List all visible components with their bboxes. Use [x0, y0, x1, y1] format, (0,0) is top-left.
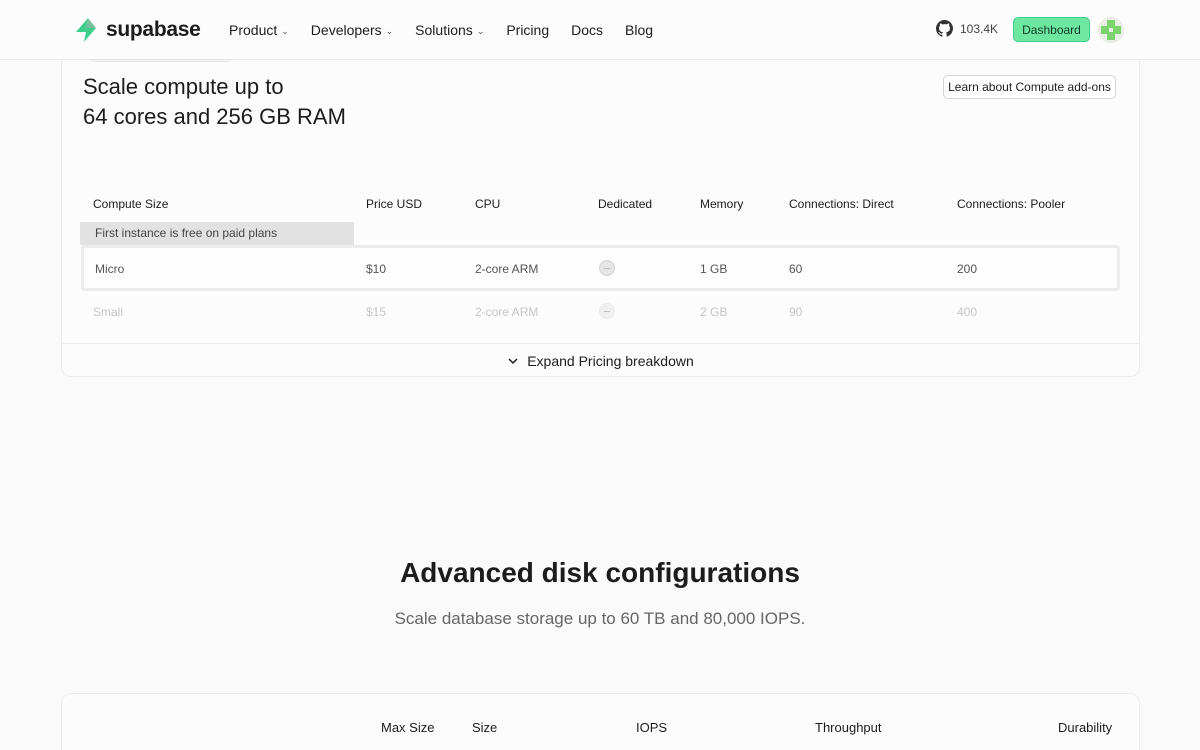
cell-size: Small — [93, 305, 124, 319]
learn-compute-addons-button[interactable]: Learn about Compute add-ons — [943, 75, 1116, 99]
chevron-down-icon: ⌄ — [281, 25, 289, 36]
nav-solutions-label: Solutions — [415, 22, 473, 38]
cell-cpu: 2-core ARM — [475, 262, 539, 276]
nav-solutions[interactable]: Solutions ⌄ — [415, 22, 484, 38]
cell-connections-pooler: 200 — [957, 262, 978, 276]
cell-price: $10 — [366, 262, 387, 276]
disk-header-size: Size — [472, 720, 498, 735]
nav-blog[interactable]: Blog — [625, 22, 653, 38]
free-instance-note: First instance is free on paid plans — [80, 222, 354, 245]
nav-pricing[interactable]: Pricing — [506, 22, 549, 38]
dedicated-no-icon — [599, 303, 615, 319]
expand-pricing-label: Expand Pricing breakdown — [527, 352, 694, 369]
chevron-down-icon: ⌄ — [476, 25, 485, 36]
cell-cpu: 2-core ARM — [475, 305, 539, 319]
nav-product[interactable]: Product ⌄ — [229, 22, 289, 38]
header-memory: Memory — [700, 197, 744, 211]
compute-heading-line2: 64 cores and 256 GB RAM — [83, 104, 346, 129]
header-connections-direct: Connections: Direct — [789, 197, 894, 211]
chevron-down-icon — [508, 357, 518, 364]
github-stars-link[interactable]: 103.4K — [936, 20, 998, 37]
avatar-pattern-icon — [1098, 17, 1124, 43]
header-cpu: CPU — [475, 197, 501, 211]
header-price: Price USD — [366, 197, 423, 211]
disk-heading: Advanced disk configurations — [400, 557, 800, 588]
header-compute-size: Compute Size — [93, 197, 169, 211]
disk-header-durability: Durability — [1058, 720, 1113, 735]
nav-docs[interactable]: Docs — [571, 22, 603, 38]
cell-size: Micro — [95, 262, 125, 276]
disk-header-iops: IOPS — [636, 720, 668, 735]
cell-connections-pooler: 400 — [957, 305, 978, 319]
nav-docs-label: Docs — [571, 22, 604, 38]
expand-pricing-button[interactable]: Expand Pricing breakdown — [61, 343, 1140, 377]
cell-memory: 1 GB — [700, 262, 728, 276]
github-star-count: 103.4K — [960, 21, 999, 36]
disk-header-max-size: Max Size — [381, 720, 435, 735]
nav-links: Product ⌄ Developers ⌄ Solutions ⌄ Prici… — [229, 0, 675, 60]
disk-subheading: Scale database storage up to 60 TB and 8… — [394, 609, 806, 628]
disk-config-card — [61, 693, 1140, 750]
compute-heading: Scale compute up to 64 cores and 256 GB … — [83, 72, 346, 132]
header-connections-pooler: Connections: Pooler — [957, 197, 1066, 211]
nav-blog-label: Blog — [625, 22, 654, 38]
nav-developers[interactable]: Developers ⌄ — [311, 22, 393, 38]
nav-pricing-label: Pricing — [506, 22, 550, 38]
github-icon — [936, 20, 953, 37]
cell-price: $15 — [366, 305, 387, 319]
chevron-down-icon: ⌄ — [385, 25, 394, 36]
compute-heading-line1: Scale compute up to — [83, 74, 284, 99]
cell-memory: 2 GB — [700, 305, 728, 319]
supabase-logo[interactable]: supabase — [74, 16, 201, 44]
avatar[interactable] — [1098, 17, 1124, 43]
header-dedicated: Dedicated — [598, 197, 653, 211]
cell-connections-direct: 60 — [789, 262, 803, 276]
supabase-bolt-icon — [76, 18, 96, 42]
top-navbar: supabase Product ⌄ Developers ⌄ Solution… — [0, 0, 1200, 60]
nav-developers-label: Developers — [310, 22, 382, 38]
nav-product-label: Product — [229, 22, 278, 38]
dedicated-no-icon — [599, 260, 615, 276]
dashboard-button[interactable]: Dashboard — [1013, 17, 1090, 42]
logo-text: supabase — [106, 18, 201, 41]
cell-connections-direct: 90 — [789, 305, 803, 319]
disk-header-throughput: Throughput — [815, 720, 882, 735]
